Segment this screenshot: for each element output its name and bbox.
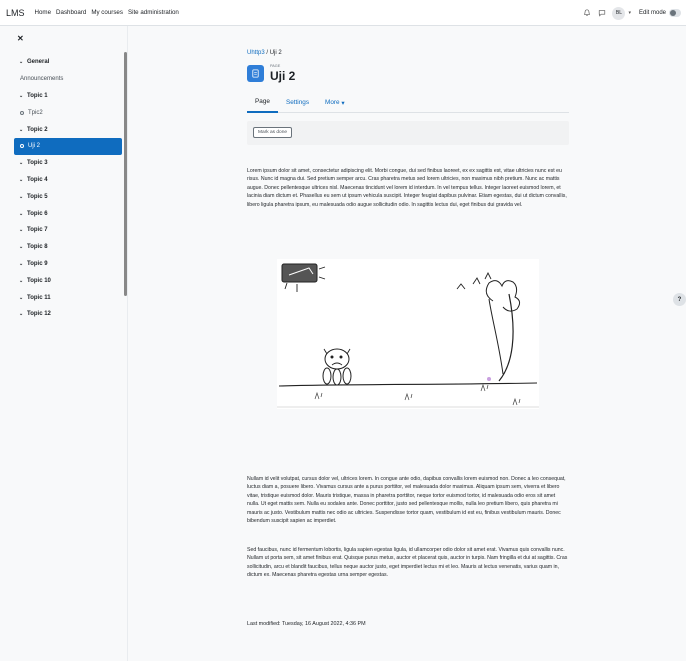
section-topic-6[interactable]: ⌄ Topic 6: [14, 205, 122, 222]
chevron-down-icon: ⌄: [19, 244, 24, 251]
messages-icon[interactable]: [597, 9, 606, 18]
page-paragraph-3: Sed faucibus, nunc id fermentum lobortis…: [247, 547, 568, 579]
completion-circle-icon: [20, 110, 24, 115]
section-topic-7[interactable]: ⌄ Topic 7: [14, 222, 122, 239]
section-topic-5[interactable]: ⌄ Topic 5: [14, 188, 122, 205]
page-title: Uji 2: [270, 69, 296, 83]
activity-tpic2[interactable]: Tpic2: [14, 104, 122, 121]
breadcrumb-current: Uji 2: [269, 50, 282, 56]
chevron-down-icon: ⌄: [19, 193, 24, 200]
nav-home[interactable]: Home: [35, 9, 52, 16]
sketch-drawing-image: [277, 259, 539, 409]
activity-completion-bar: Mark as done: [247, 121, 569, 145]
section-topic-3[interactable]: ⌄ Topic 3: [14, 155, 122, 172]
course-index-drawer: ✕ ⌄ General Announcements ⌄ Topic 1 Tpic2 …: [0, 26, 128, 661]
section-topic-12[interactable]: ⌄ Topic 12: [14, 306, 122, 323]
nav-my-courses[interactable]: My courses: [91, 9, 123, 16]
chevron-down-icon: ⌄: [19, 227, 24, 234]
chevron-down-icon: ⌄: [19, 126, 24, 133]
section-topic-11[interactable]: ⌄ Topic 11: [14, 289, 122, 306]
edit-mode-label: Edit mode: [638, 10, 666, 16]
activity-announcements[interactable]: Announcements: [14, 71, 122, 88]
nav-site-administration[interactable]: Site administration: [128, 9, 179, 16]
mark-as-done-button[interactable]: Mark as done: [253, 127, 293, 138]
nav-dashboard[interactable]: Dashboard: [56, 9, 86, 16]
section-general[interactable]: ⌄ General: [14, 54, 122, 71]
chevron-down-icon: ▾: [341, 99, 345, 107]
close-icon[interactable]: ✕: [17, 34, 24, 43]
course-index: ⌄ General Announcements ⌄ Topic 1 Tpic2 ⌄ T…: [14, 54, 122, 323]
section-topic-10[interactable]: ⌄ Topic 10: [14, 272, 122, 289]
chevron-down-icon[interactable]: ▾: [628, 10, 631, 16]
breadcrumb: Uhttp3 / Uji 2: [247, 50, 282, 56]
tab-page[interactable]: Page: [247, 93, 278, 113]
chevron-down-icon: ⌄: [19, 210, 24, 217]
tab-settings[interactable]: Settings: [278, 93, 317, 113]
section-topic-9[interactable]: ⌄ Topic 9: [14, 256, 122, 273]
activity-uji-2[interactable]: Uji 2: [14, 137, 122, 155]
help-button[interactable]: ?: [673, 293, 686, 306]
edit-mode-toggle[interactable]: [669, 9, 681, 17]
breadcrumb-separator: /: [266, 50, 269, 56]
bell-icon[interactable]: [582, 9, 591, 18]
top-navbar: LMS Home Dashboard My courses Site admin…: [0, 0, 686, 26]
completion-circle-icon: [20, 144, 24, 149]
section-topic-8[interactable]: ⌄ Topic 8: [14, 239, 122, 256]
page-paragraph-2: Nullam id velit volutpat, cursus dolor v…: [247, 476, 566, 525]
secondary-navigation: Page Settings More ▾: [247, 93, 569, 113]
tab-more[interactable]: More ▾: [317, 93, 353, 113]
chevron-down-icon: ⌄: [19, 294, 24, 301]
section-topic-4[interactable]: ⌄ Topic 4: [14, 172, 122, 189]
last-modified-text: Last modified: Tuesday, 16 August 2022, …: [247, 621, 366, 627]
chevron-down-icon: ⌄: [19, 92, 24, 99]
chevron-down-icon: ⌄: [19, 260, 24, 267]
section-topic-1[interactable]: ⌄ Topic 1: [14, 88, 122, 105]
site-brand[interactable]: LMS: [6, 8, 25, 18]
breadcrumb-course-link[interactable]: Uhttp3: [247, 50, 265, 56]
chevron-down-icon: ⌄: [19, 277, 24, 284]
chevron-down-icon: ⌄: [19, 160, 24, 167]
chevron-down-icon: ⌄: [19, 176, 24, 183]
chevron-down-icon: ⌄: [19, 311, 24, 318]
page-paragraph-1: Lorem ipsum dolor sit amet, consectetur …: [247, 168, 567, 208]
drawer-scrollbar[interactable]: [124, 52, 127, 296]
activity-type-label: PAGE: [270, 64, 281, 68]
section-topic-2[interactable]: ⌄ Topic 2: [14, 121, 122, 138]
chevron-down-icon: ⌄: [19, 59, 24, 66]
user-avatar[interactable]: BL: [612, 6, 626, 20]
page-activity-icon: [247, 65, 264, 82]
